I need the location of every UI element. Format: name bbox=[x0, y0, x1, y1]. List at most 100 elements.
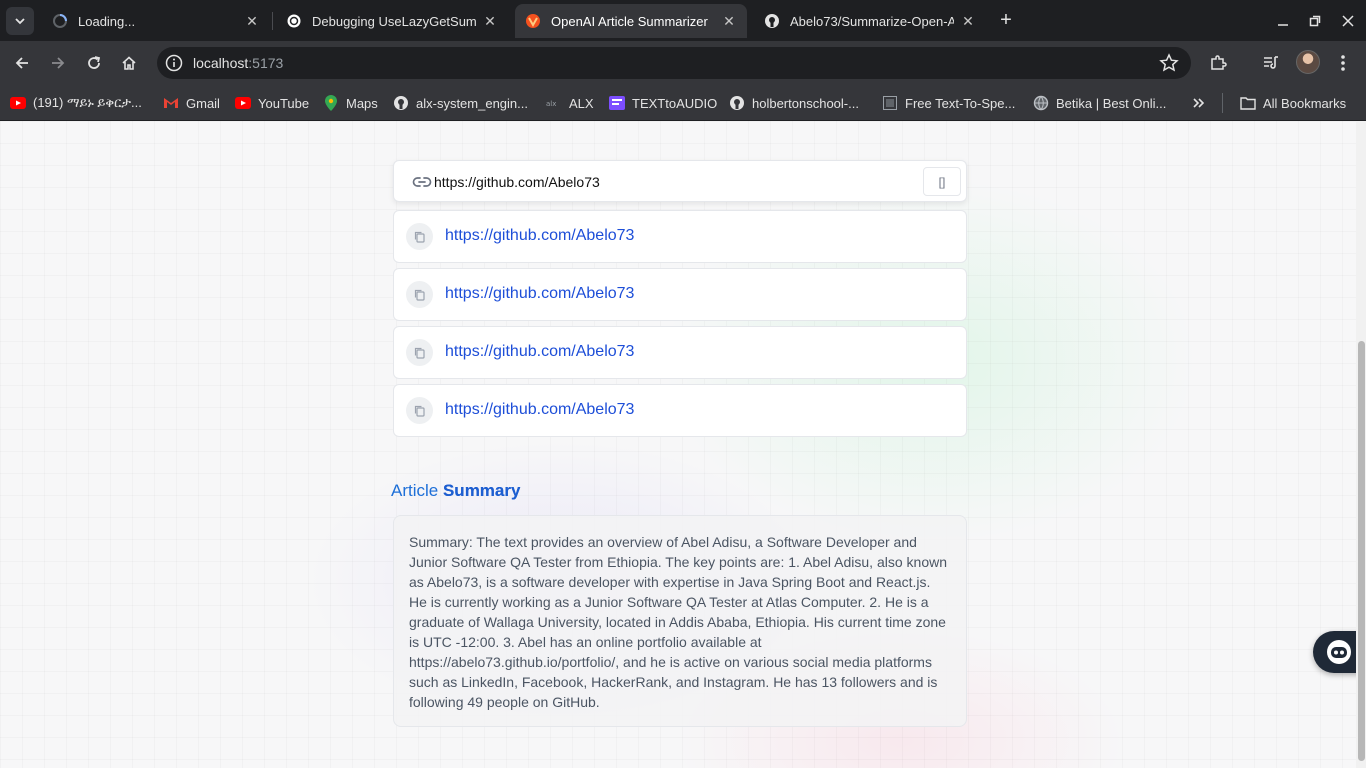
profile-avatar[interactable] bbox=[1296, 50, 1320, 74]
folder-icon bbox=[1240, 95, 1256, 111]
openai-icon bbox=[286, 13, 302, 29]
bookmark-item[interactable]: (191) ማይኑ ይቅርታ... bbox=[10, 92, 142, 114]
bookmark-label: Maps bbox=[346, 95, 378, 111]
new-tab-button[interactable]: + bbox=[994, 8, 1018, 32]
more-vertical-icon bbox=[1341, 55, 1345, 71]
url-host: localhost bbox=[193, 55, 249, 71]
texttoaudio-icon bbox=[609, 95, 625, 111]
history-url[interactable]: https://github.com/Abelo73 bbox=[445, 343, 634, 361]
bookmark-item[interactable]: holbertonschool-... bbox=[729, 92, 859, 114]
info-icon[interactable] bbox=[165, 54, 183, 72]
bookmark-label: YouTube bbox=[258, 95, 310, 111]
reload-icon bbox=[88, 56, 101, 69]
music-queue-icon bbox=[1264, 56, 1278, 69]
github-icon bbox=[393, 95, 409, 111]
close-icon[interactable]: ✕ bbox=[244, 13, 260, 29]
copy-button[interactable] bbox=[406, 223, 433, 250]
address-bar[interactable]: localhost:5173 bbox=[157, 47, 1191, 79]
url-port: :5173 bbox=[248, 55, 284, 71]
media-controls-button[interactable] bbox=[1260, 52, 1282, 74]
minimize-icon bbox=[1278, 24, 1288, 26]
back-button[interactable] bbox=[8, 49, 36, 77]
submit-button[interactable]: [] bbox=[923, 167, 961, 196]
robot-icon bbox=[1327, 640, 1351, 664]
summary-heading-bold: Summary bbox=[442, 481, 521, 500]
svg-text:alx: alx bbox=[546, 100, 556, 108]
page-scrollbar[interactable] bbox=[1356, 121, 1366, 768]
tab-search-button[interactable] bbox=[6, 7, 34, 35]
reload-button[interactable] bbox=[80, 49, 108, 77]
minimize-button[interactable] bbox=[1272, 10, 1294, 32]
history-url[interactable]: https://github.com/Abelo73 bbox=[445, 285, 634, 303]
copy-icon bbox=[414, 405, 425, 417]
tab-divider bbox=[272, 12, 273, 30]
tab-openai-summarizer[interactable]: OpenAI Article Summarizer ✕ bbox=[515, 4, 747, 38]
gmail-icon bbox=[163, 95, 179, 111]
bookmark-label: holbertonschool-... bbox=[752, 95, 859, 111]
history-item[interactable]: https://github.com/Abelo73 bbox=[393, 268, 967, 321]
history-item[interactable]: https://github.com/Abelo73 bbox=[393, 384, 967, 437]
github-icon bbox=[764, 13, 780, 29]
history-item[interactable]: https://github.com/Abelo73 bbox=[393, 210, 967, 263]
close-icon[interactable]: ✕ bbox=[960, 13, 976, 29]
maps-icon bbox=[323, 95, 339, 111]
bookmark-item[interactable]: Free Text-To-Spe... bbox=[882, 92, 1015, 114]
tab-title: Loading... bbox=[78, 13, 136, 29]
bookmark-item[interactable]: TEXTtoAUDIO bbox=[609, 92, 717, 114]
copy-icon bbox=[414, 347, 425, 359]
more-bookmarks-button[interactable] bbox=[1192, 92, 1206, 114]
bookmark-label: Gmail bbox=[186, 95, 220, 111]
bookmark-item[interactable]: YouTube bbox=[235, 92, 309, 114]
page-viewport: [] https://github.com/Abelo73 https://gi… bbox=[0, 121, 1366, 768]
tab-debugging[interactable]: Debugging UseLazyGetSumm ✕ bbox=[276, 4, 508, 38]
forward-button[interactable] bbox=[44, 49, 72, 77]
youtube-icon bbox=[235, 95, 251, 111]
alx-icon: alx bbox=[546, 95, 562, 111]
close-window-button[interactable] bbox=[1337, 10, 1359, 32]
summary-heading-plain: Article bbox=[391, 481, 439, 500]
summary-box: Summary: The text provides an overview o… bbox=[393, 515, 967, 727]
bookmarks-divider bbox=[1222, 93, 1223, 113]
summary-heading: Article Summary bbox=[391, 481, 520, 501]
tab-title: Debugging UseLazyGetSumm bbox=[312, 13, 476, 29]
link-icon bbox=[412, 177, 432, 187]
extensions-button[interactable] bbox=[1207, 52, 1229, 74]
bookmark-item[interactable]: alx ALX bbox=[546, 92, 594, 114]
close-icon[interactable]: ✕ bbox=[721, 13, 737, 29]
bookmark-item[interactable]: alx-system_engin... bbox=[393, 92, 528, 114]
history-url[interactable]: https://github.com/Abelo73 bbox=[445, 227, 634, 245]
browser-menu-button[interactable] bbox=[1332, 52, 1354, 74]
close-icon[interactable]: ✕ bbox=[482, 13, 498, 29]
copy-button[interactable] bbox=[406, 281, 433, 308]
all-bookmarks-label: All Bookmarks bbox=[1263, 95, 1347, 111]
tab-loading[interactable]: Loading... ✕ bbox=[42, 4, 270, 38]
close-icon bbox=[1342, 15, 1354, 27]
bookmark-item[interactable]: Maps bbox=[323, 92, 378, 114]
history-item[interactable]: https://github.com/Abelo73 bbox=[393, 326, 967, 379]
url-input[interactable] bbox=[434, 171, 904, 193]
home-button[interactable] bbox=[115, 49, 143, 77]
bookmark-label: (191) ማይኑ ይቅርታ... bbox=[33, 95, 142, 110]
history-url[interactable]: https://github.com/Abelo73 bbox=[445, 401, 634, 419]
home-icon bbox=[122, 56, 136, 70]
tab-title: OpenAI Article Summarizer bbox=[551, 13, 708, 29]
tts-icon bbox=[882, 95, 898, 111]
restore-icon bbox=[1309, 15, 1321, 27]
arrow-right-icon bbox=[52, 57, 65, 69]
restore-button[interactable] bbox=[1304, 10, 1326, 32]
scrollbar-thumb[interactable] bbox=[1358, 341, 1365, 761]
copy-button[interactable] bbox=[406, 339, 433, 366]
address-text[interactable]: localhost:5173 bbox=[193, 55, 283, 71]
tab-github-repo[interactable]: Abelo73/Summarize-Open-A ✕ bbox=[754, 4, 986, 38]
bookmark-item[interactable]: Betika | Best Onli... bbox=[1033, 92, 1166, 114]
bookmark-item[interactable]: Gmail bbox=[163, 92, 220, 114]
chevron-down-icon bbox=[15, 18, 25, 25]
copy-button[interactable] bbox=[406, 397, 433, 424]
globe-icon bbox=[1033, 95, 1049, 111]
bookmark-star-icon[interactable] bbox=[1159, 53, 1179, 73]
copy-icon bbox=[414, 289, 425, 301]
tab-strip: Loading... ✕ Debugging UseLazyGetSumm ✕ … bbox=[0, 0, 1366, 41]
arrow-left-icon bbox=[15, 57, 28, 69]
summary-text: Summary: The text provides an overview o… bbox=[409, 534, 947, 710]
all-bookmarks-button[interactable]: All Bookmarks bbox=[1240, 92, 1346, 114]
